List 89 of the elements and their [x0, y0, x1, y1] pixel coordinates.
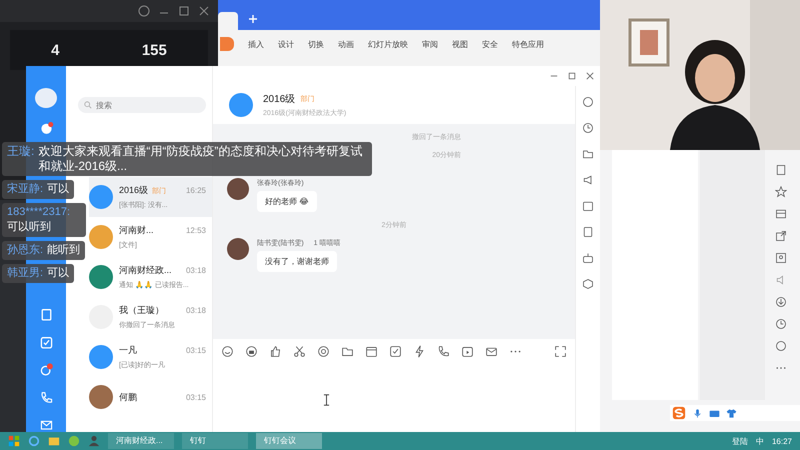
star-icon[interactable] — [775, 186, 787, 198]
commenter-name: 宋亚静: — [7, 182, 44, 197]
stat-value: 155 — [142, 42, 167, 58]
ribbon-tab[interactable]: 切换 — [308, 38, 324, 50]
mail-icon[interactable] — [38, 418, 54, 432]
message-bubble: 好的老师 😂 — [257, 191, 317, 212]
ribbon-tab[interactable]: 视图 — [452, 38, 468, 50]
comment-text: 能听到 — [47, 243, 80, 258]
commenter-name: 孙恩东: — [7, 243, 44, 258]
ribbon-tab[interactable]: 审阅 — [422, 38, 438, 50]
avatar — [227, 178, 249, 200]
text-cursor-icon — [323, 394, 330, 406]
message-bubble: 没有了，谢谢老师 — [257, 251, 337, 272]
group-avatar[interactable] — [229, 93, 253, 117]
scissors-icon[interactable] — [293, 345, 306, 358]
avatar[interactable] — [35, 88, 57, 108]
conversation-name: 河南财... — [119, 224, 154, 237]
conversation-name: 河南财经政... — [119, 264, 172, 277]
document-icon[interactable] — [775, 164, 787, 176]
comment-text: 欢迎大家来观看直播“用“防疫战疫”的态度和决心对待考研复试和就业-2016级... — [38, 144, 364, 174]
note-icon[interactable] — [582, 226, 594, 238]
conversation-item[interactable]: 何鹏 03:15 — [89, 377, 212, 417]
video-icon[interactable] — [461, 345, 474, 358]
comment-text: 可以 — [47, 266, 70, 281]
ribbon-tab[interactable]: 插入 — [248, 38, 264, 50]
conversation-name: 我（王璇） — [119, 304, 164, 317]
ribbon-tab[interactable]: 特色应用 — [512, 38, 544, 50]
conversation-time: 16:25 — [186, 186, 206, 195]
maximize-icon[interactable] — [178, 5, 190, 17]
clock-icon[interactable] — [582, 122, 594, 134]
comment-text: 可以 — [47, 182, 70, 197]
avatar — [89, 225, 113, 249]
document-icon[interactable] — [38, 308, 54, 322]
close-icon[interactable] — [198, 5, 210, 17]
lightning-icon[interactable] — [413, 345, 426, 358]
conversation-time: 03:15 — [186, 346, 206, 355]
tray-text: 登陆 — [732, 436, 748, 446]
ribbon-tab[interactable]: 安全 — [482, 38, 498, 50]
conversation-time: 03:18 — [186, 266, 206, 275]
input-method-icon[interactable] — [672, 406, 686, 420]
share-icon[interactable] — [775, 230, 787, 242]
layers-icon[interactable] — [775, 208, 787, 220]
phone-icon[interactable] — [38, 390, 54, 404]
sticker-icon[interactable] — [245, 345, 258, 358]
folder-icon[interactable] — [582, 148, 594, 160]
history-icon[interactable] — [775, 318, 787, 330]
avatar — [89, 265, 113, 289]
conversation-name: 一凡 — [119, 344, 137, 357]
tray-text: 16:27 — [772, 436, 792, 446]
avatar — [227, 238, 249, 260]
download-icon[interactable] — [775, 296, 787, 308]
ribbon-tab[interactable]: 设计 — [278, 38, 294, 50]
image-icon[interactable] — [775, 252, 787, 264]
megaphone-icon[interactable] — [582, 174, 594, 186]
conversation-time: 03:15 — [186, 392, 206, 402]
maximize-icon[interactable] — [568, 72, 576, 80]
search-icon — [84, 101, 92, 109]
conversation-time: 03:18 — [186, 306, 206, 315]
avatar — [89, 385, 113, 409]
expand-icon[interactable] — [554, 345, 567, 358]
start-tab[interactable] — [220, 37, 234, 51]
checkbox-icon[interactable] — [389, 345, 402, 358]
ribbon-tab[interactable]: 动画 — [338, 38, 354, 50]
robot-icon[interactable] — [582, 252, 594, 264]
close-icon[interactable] — [586, 72, 594, 80]
microphone-icon[interactable] — [692, 408, 703, 418]
search-field[interactable]: 搜索 — [78, 97, 206, 113]
tray-text: 中 — [756, 436, 764, 446]
mail-icon[interactable] — [485, 345, 498, 358]
thumbs-up-icon[interactable] — [269, 345, 282, 358]
commenter-name: 183****2317: — [7, 205, 70, 220]
conversation-name: 何鹏 — [119, 390, 137, 404]
windows-start-icon[interactable] — [8, 435, 20, 447]
folder-icon[interactable] — [341, 345, 354, 358]
shirt-icon[interactable] — [726, 408, 737, 418]
emoji-icon[interactable] — [221, 345, 234, 358]
commenter-name: 王璇: — [7, 144, 34, 160]
person-icon[interactable] — [88, 435, 100, 447]
stat-value: 4 — [51, 42, 60, 58]
commenter-name: 韩亚男: — [7, 266, 44, 281]
avatar — [89, 345, 113, 369]
conversation-time: 12:53 — [186, 226, 206, 235]
chat-title: 2016级 — [263, 93, 296, 106]
phone-icon[interactable] — [437, 345, 450, 358]
avatar — [89, 185, 113, 209]
add-tab-icon[interactable] — [248, 14, 258, 24]
comment-text: 可以听到 — [7, 220, 51, 235]
conversation-name: 2016级 — [119, 184, 148, 197]
ribbon-tab[interactable]: 幻灯片放映 — [368, 38, 408, 50]
